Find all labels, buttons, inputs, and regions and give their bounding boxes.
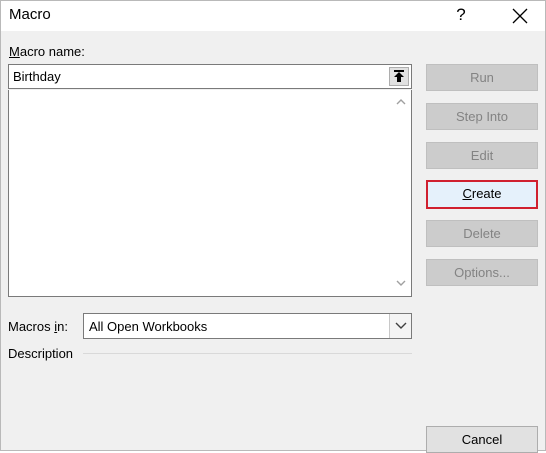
chevron-up-icon xyxy=(396,99,406,105)
macro-list[interactable] xyxy=(8,90,412,297)
macros-in-label: Macros in: xyxy=(8,319,68,334)
upload-arrow-icon xyxy=(394,70,404,82)
title-bar: Macro ? xyxy=(1,1,545,31)
macro-name-field xyxy=(8,64,412,89)
step-into-button[interactable]: Step Into xyxy=(426,103,538,130)
description-label: Description xyxy=(8,346,74,361)
macro-name-label: Macro name: xyxy=(9,44,85,59)
vertical-scrollbar[interactable] xyxy=(391,90,411,296)
help-button[interactable]: ? xyxy=(447,3,475,29)
window-title: Macro xyxy=(9,6,51,23)
macros-in-label-rest: n: xyxy=(57,319,68,334)
cancel-button[interactable]: Cancel xyxy=(426,426,538,453)
macro-name-label-text: acro name: xyxy=(19,44,85,59)
close-button[interactable] xyxy=(497,1,543,31)
macros-in-selected-value: All Open Workbooks xyxy=(89,319,208,334)
create-button-accesskey: C xyxy=(462,186,472,201)
macros-in-label-text: Macros xyxy=(8,319,55,334)
delete-button[interactable]: Delete xyxy=(426,220,538,247)
create-button-label: reate xyxy=(471,186,502,201)
edit-button[interactable]: Edit xyxy=(426,142,538,169)
scroll-up-button[interactable] xyxy=(391,92,411,112)
macro-dialog: Macro ? Macro name: Birthday Macros in: … xyxy=(0,0,546,453)
dropdown-button[interactable] xyxy=(389,314,411,338)
macros-in-select[interactable]: All Open Workbooks xyxy=(83,313,412,339)
chevron-down-icon xyxy=(396,280,406,286)
options-button[interactable]: Options... xyxy=(426,259,538,286)
upload-button[interactable] xyxy=(389,67,409,86)
chevron-down-icon xyxy=(395,322,407,329)
description-divider xyxy=(83,353,412,354)
macro-name-label-accesskey: M xyxy=(9,44,20,59)
create-button[interactable]: Create xyxy=(426,180,538,209)
run-button[interactable]: Run xyxy=(426,64,538,91)
close-icon xyxy=(512,8,528,24)
scroll-down-button[interactable] xyxy=(391,274,411,294)
macro-name-input[interactable] xyxy=(9,65,383,88)
